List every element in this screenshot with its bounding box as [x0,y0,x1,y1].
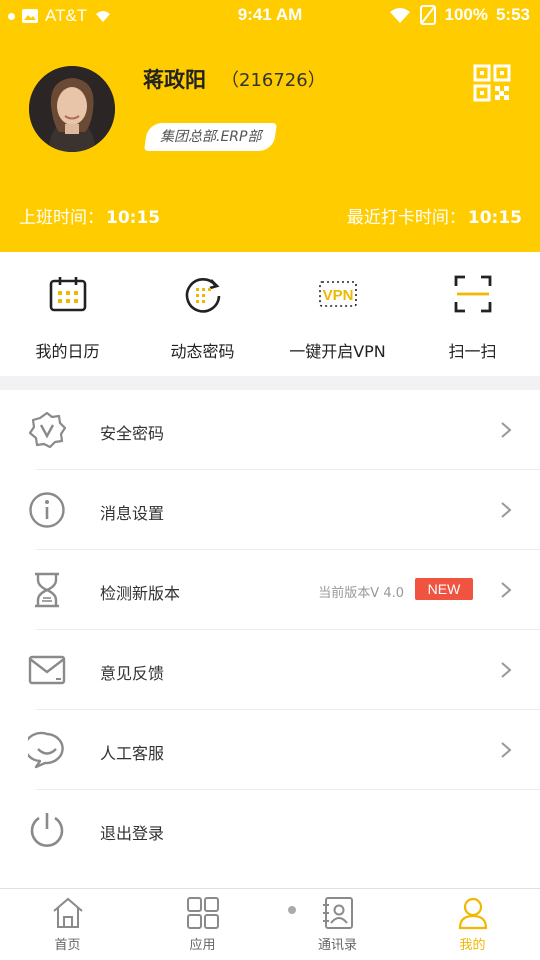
menu-item-customer-service[interactable]: 人工客服 [0,710,540,790]
department-label: 集团总部.ERP部 [160,129,262,145]
quick-action-dynamic-password[interactable]: 动态密码 [135,252,270,376]
chevron-right-icon [501,662,512,678]
user-name: 蒋政阳 [143,68,206,92]
person-icon [458,897,487,930]
shield-badge-icon [28,411,66,449]
menu-item-label: 退出登录 [100,824,165,843]
dynamic-password-icon [185,278,220,313]
tab-label: 通讯录 [317,938,357,953]
quick-actions: 我的日历 动态密码 VPN 一键开启VPN 扫一扫 [0,252,540,376]
settings-menu: 安全密码 消息设置 检测新版本 当前版本V 4.0 NEW 意见反馈 人工客服 … [0,390,540,870]
status-bar-right: 100% 5:53 [388,5,530,25]
calendar-icon [49,277,86,312]
profile-header: AT&T 9:41 AM 100% 5:53 蒋政阳 （216726） 集团总部… [0,0,540,252]
quick-action-label: 一键开启VPN [289,342,386,361]
no-sim-icon [420,5,437,25]
menu-item-label: 消息设置 [100,504,165,523]
tab-indicator-dot [288,906,296,914]
tab-contacts[interactable]: 通讯录 [270,889,405,960]
new-version-badge: NEW [415,578,473,600]
qr-code-icon[interactable] [473,64,511,102]
avatar[interactable] [29,66,115,152]
menu-item-logout[interactable]: 退出登录 [0,790,540,870]
quick-action-label: 扫一扫 [448,342,497,361]
chevron-right-icon [501,422,512,438]
menu-item-security-password[interactable]: 安全密码 [0,390,540,470]
mail-icon [28,655,66,685]
section-divider [0,376,540,390]
apps-grid-icon [186,897,219,929]
work-start-time: 上班时间： 10:15 [19,203,160,228]
quick-action-label: 我的日历 [35,342,100,361]
chevron-right-icon [501,582,512,598]
tab-home[interactable]: 首页 [0,889,135,960]
quick-action-label: 动态密码 [170,342,235,361]
overlay-time: 5:53 [495,5,530,24]
last-punch-time: 最近打卡时间： 10:15 [347,203,522,228]
menu-item-feedback[interactable]: 意见反馈 [0,630,540,710]
chevron-right-icon [501,742,512,758]
tab-me[interactable]: 我的 [405,889,540,960]
last-punch-label: 最近打卡时间： [346,208,466,228]
hourglass-icon [35,572,59,608]
menu-item-message-settings[interactable]: 消息设置 [0,470,540,550]
menu-item-label: 检测新版本 [100,584,181,603]
scan-icon [454,275,491,313]
department-badge: 集团总部.ERP部 [144,123,278,151]
home-icon [52,897,83,928]
menu-item-check-version[interactable]: 检测新版本 当前版本V 4.0 NEW [0,550,540,630]
vpn-icon-text: VPN [322,287,353,304]
battery-percent: 100% [444,5,488,24]
tab-label: 我的 [459,938,486,953]
current-version-text: 当前版本V 4.0 [318,586,404,601]
contacts-icon [322,897,353,929]
status-bar: AT&T 9:41 AM 100% 5:53 [0,0,540,32]
vpn-icon: VPN [318,281,357,307]
chevron-right-icon [501,502,512,518]
tab-label: 首页 [54,938,81,953]
tab-label: 应用 [189,938,216,953]
work-start-label: 上班时间： [19,208,104,228]
work-start-value: 10:15 [106,208,161,228]
last-punch-value: 10:15 [467,208,522,228]
quick-action-calendar[interactable]: 我的日历 [0,252,135,376]
quick-action-scan[interactable]: 扫一扫 [405,252,540,376]
quick-action-vpn[interactable]: VPN 一键开启VPN [270,252,405,376]
wifi-large-icon [390,8,411,23]
menu-item-label: 意见反馈 [100,664,165,683]
chat-bubble-icon [28,731,64,769]
menu-item-label: 人工客服 [100,744,165,763]
employee-id: （216726） [221,70,326,91]
info-icon [29,492,65,528]
avatar-portrait-icon [29,66,115,152]
menu-item-label: 安全密码 [100,424,165,443]
tab-apps[interactable]: 应用 [135,889,270,960]
power-icon [30,813,64,847]
bottom-tab-bar: 首页 应用 通讯录 我的 [0,888,540,960]
